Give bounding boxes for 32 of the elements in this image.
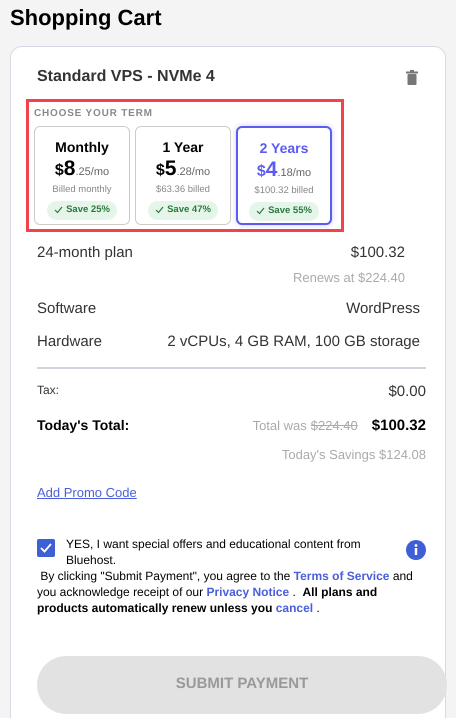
term-option[interactable]: Monthly $8.25/mo Billed monthly Save 25% — [34, 126, 130, 225]
consent-checkbox[interactable] — [37, 538, 55, 556]
legal-link[interactable]: Terms of Service — [294, 568, 390, 582]
spec-value: WordPress — [346, 299, 420, 319]
trash-icon[interactable] — [406, 70, 418, 84]
spec-label: Hardware — [37, 332, 102, 352]
term-heading: CHOOSE YOUR TERM — [34, 107, 154, 121]
previous-total: $224.40 — [310, 417, 358, 435]
savings-badge: Save 25% — [47, 201, 117, 220]
promo-code-link[interactable]: Add Promo Code — [37, 484, 137, 500]
term-option[interactable]: 2 Years $4.18/mo $100.32 billed Save 55% — [236, 126, 332, 225]
tax-value: $0.00 — [388, 382, 426, 402]
spec-label: Software — [37, 299, 96, 319]
total-label: Today's Total: — [37, 416, 130, 436]
product-name: Standard VPS - NVMe 4 — [37, 67, 215, 87]
previous-total-label: Total was — [252, 417, 307, 435]
info-icon[interactable] — [406, 540, 426, 560]
plan-label: 24-month plan — [37, 243, 133, 263]
spec-value: 2 vCPUs, 4 GB RAM, 100 GB storage — [167, 332, 420, 352]
total-value: $100.32 — [372, 416, 426, 436]
term-option[interactable]: 1 Year $5.28/mo $63.36 billed Save 47% — [135, 126, 231, 225]
page-title: Shopping Cart — [9, 4, 163, 32]
consent-text: YES, I want special offers and educational content from Bluehost. — [66, 536, 362, 568]
savings-badge: Save 55% — [249, 202, 319, 220]
savings-badge: Save 47% — [148, 201, 218, 220]
tax-label: Tax: — [37, 382, 60, 399]
legal-link[interactable]: Privacy Notice — [206, 584, 290, 598]
renewal-price: Renews at $224.40 — [292, 268, 405, 286]
legal-text: By clicking "Submit Payment", you agree to the Terms of Service and you acknowledge receipt of our Privacy Notice . All plans and products automatically renew unless you cancel . — [37, 568, 414, 616]
plan-price: $100.32 — [350, 243, 405, 263]
savings-text: Today's Savings $124.08 — [282, 446, 426, 464]
legal-link[interactable]: cancel — [276, 600, 314, 614]
